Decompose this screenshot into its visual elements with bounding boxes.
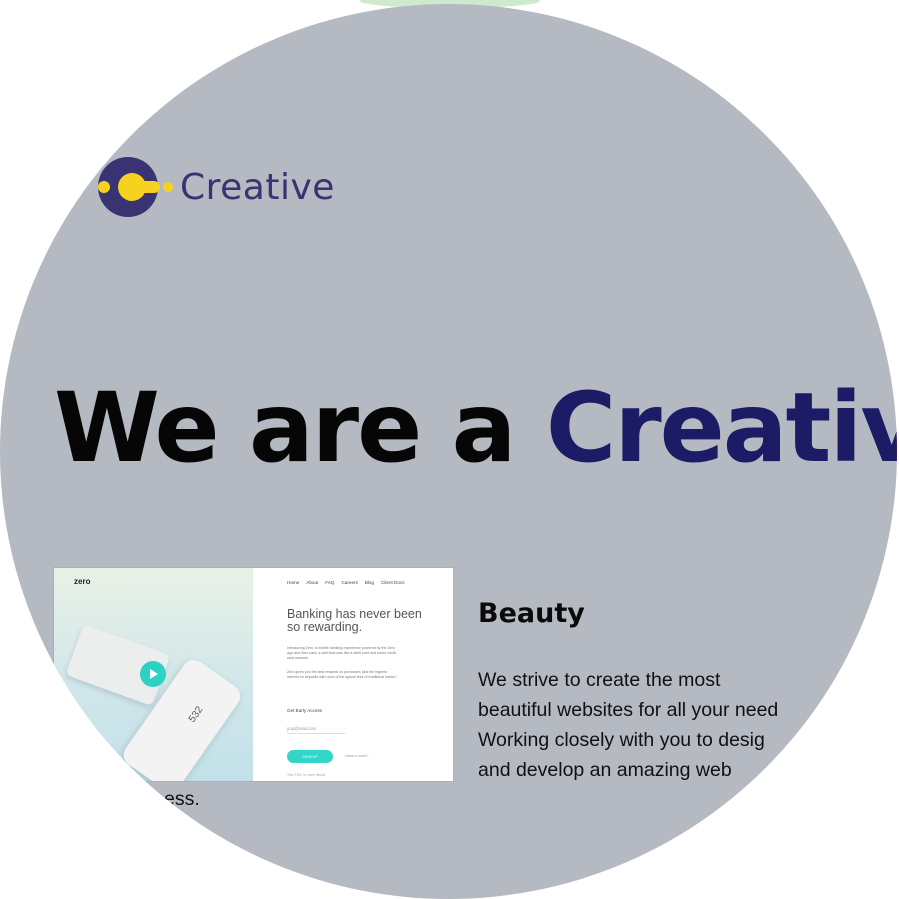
feature-line: We strive to create the most bbox=[478, 669, 721, 691]
feature-line: beautiful websites for all your need bbox=[478, 699, 779, 721]
preview-email-field[interactable]: you@mail.com bbox=[287, 726, 345, 734]
hero-headline: We are a Creativ bbox=[54, 372, 897, 484]
preview-nav-item[interactable]: About bbox=[306, 580, 318, 585]
logo-text: Creative bbox=[180, 166, 335, 208]
hero-accent-text: Creativ bbox=[545, 372, 897, 484]
preview-footnote: *See FDIC for more details bbox=[287, 773, 326, 777]
preview-early-access: Get Early Access bbox=[287, 708, 322, 713]
preview-brand: zero bbox=[74, 577, 91, 586]
preview-nav-item[interactable]: FAQ bbox=[325, 580, 334, 585]
feature-description: We strive to create the most beautiful w… bbox=[478, 665, 897, 785]
brand-logo[interactable]: Creative bbox=[98, 153, 335, 221]
circular-viewport: Creative We are a Creativ zero 532 Home … bbox=[0, 4, 897, 899]
preview-paragraph: Introducing Zero. A mobile banking exper… bbox=[287, 646, 396, 660]
preview-nav-item[interactable]: Home bbox=[287, 580, 299, 585]
preview-nav-item[interactable]: Client Docs bbox=[381, 580, 405, 585]
preview-nav-item[interactable]: Careers bbox=[341, 580, 357, 585]
preview-code-link[interactable]: Have a code? bbox=[345, 754, 368, 758]
portfolio-preview[interactable]: zero 532 Home About FAQ Careers Blog Cli… bbox=[54, 568, 453, 781]
play-icon bbox=[150, 669, 158, 679]
phone-number: 532 bbox=[186, 704, 206, 725]
preview-nav: Home About FAQ Careers Blog Client Docs bbox=[287, 580, 405, 585]
feature-line: and develop an amazing web bbox=[478, 759, 732, 781]
preview-content: Home About FAQ Careers Blog Client Docs … bbox=[253, 568, 453, 781]
feature-text-tail: ess. bbox=[164, 788, 200, 810]
preview-signup-button[interactable]: SIGN UP bbox=[287, 750, 333, 763]
hero-text: We are a bbox=[54, 372, 546, 484]
preview-nav-item[interactable]: Blog bbox=[365, 580, 374, 585]
play-button[interactable] bbox=[140, 661, 166, 687]
feature-title: Beauty bbox=[478, 598, 585, 629]
preview-paragraph: Zero gives you the best rewards on purch… bbox=[287, 670, 398, 679]
preview-headline: Banking has never been so rewarding. bbox=[287, 607, 422, 634]
creative-logo-icon bbox=[98, 157, 173, 217]
preview-hero-image: zero 532 bbox=[54, 568, 253, 781]
feature-line: Working closely with you to desig bbox=[478, 729, 765, 751]
